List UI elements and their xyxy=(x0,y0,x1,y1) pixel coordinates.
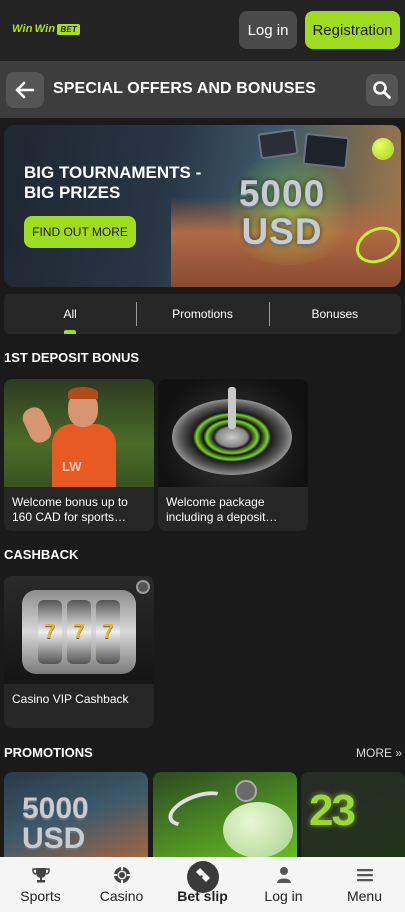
tennis-ball-graphic xyxy=(372,138,394,160)
card-caption: Welcome package including a deposit… xyxy=(166,495,278,524)
tab-bonuses[interactable]: Bonuses xyxy=(268,294,401,334)
slot-reel: 7 xyxy=(67,600,91,664)
nav-item-bet-slip[interactable]: Bet slip xyxy=(162,857,243,912)
promo-digits: 23 xyxy=(309,786,356,835)
deposit-card-casino[interactable]: Welcome package including a deposit… xyxy=(158,379,308,531)
roulette-wheel-image xyxy=(158,379,308,487)
section-title-promotions: PROMOTIONS xyxy=(4,745,93,760)
curved-arrow-graphic xyxy=(163,784,233,834)
prize-amount-value: 5000 xyxy=(238,173,326,214)
logo-part-2: Win xyxy=(34,23,56,35)
promo-currency: USD xyxy=(22,822,86,855)
bottom-navigation: Sports Casino Bet slip Log in Menu xyxy=(0,857,405,912)
coin-badge-icon xyxy=(136,580,150,594)
registration-button[interactable]: Registration xyxy=(305,11,400,49)
tab-all[interactable]: All xyxy=(4,294,136,334)
casino-chip-icon xyxy=(113,867,130,883)
more-label: MORE xyxy=(356,746,392,760)
slot-reel: 7 xyxy=(38,600,62,664)
tab-promotions[interactable]: Promotions xyxy=(136,294,268,334)
tablet-graphic xyxy=(302,132,350,170)
arrow-left-icon xyxy=(15,81,35,99)
prize-amount: 5000 USD xyxy=(212,175,352,251)
user-icon xyxy=(276,867,291,883)
slot-reel: 7 xyxy=(96,600,120,664)
smartphone-graphic xyxy=(257,128,299,160)
nav-label: Menu xyxy=(346,888,383,904)
hamburger-icon xyxy=(356,869,373,882)
football-player-image: LW xyxy=(4,379,154,487)
hero-title: BIG TOURNAMENTS - BIG PRIZES xyxy=(24,163,202,202)
cashback-card-vip[interactable]: 7 7 7 Casino VIP Cashback xyxy=(4,576,154,728)
winwin-logo[interactable]: Win Win BET xyxy=(12,23,80,35)
login-button[interactable]: Log in xyxy=(239,11,297,49)
roulette-spindle-graphic xyxy=(228,387,236,429)
slot-machine-image: 7 7 7 xyxy=(4,576,154,684)
nav-item-menu[interactable]: Menu xyxy=(324,857,405,912)
page-title: SPECIAL OFFERS AND BONUSES xyxy=(53,80,317,97)
nav-label: Sports xyxy=(20,888,61,904)
nav-item-sports[interactable]: Sports xyxy=(0,857,81,912)
player-arm-graphic xyxy=(19,404,55,446)
find-out-more-button[interactable]: FIND OUT MORE xyxy=(24,216,136,248)
page-header: SPECIAL OFFERS AND BONUSES xyxy=(0,61,405,118)
section-title-cashback: CASHBACK xyxy=(4,547,79,562)
dollar-coin-graphic xyxy=(235,780,257,802)
nav-label: Log in xyxy=(264,888,303,904)
chevron-double-right-icon: » xyxy=(395,746,403,760)
jersey-logo: LW xyxy=(62,459,82,474)
promotion-card[interactable]: 23 xyxy=(301,772,405,862)
card-caption: Casino VIP Cashback xyxy=(12,692,129,706)
hero-banner[interactable]: BIG TOURNAMENTS - BIG PRIZES FIND OUT MO… xyxy=(4,125,401,287)
promo-amount-value: 5000 xyxy=(22,792,89,825)
ticket-icon xyxy=(195,868,210,882)
back-button[interactable] xyxy=(6,72,44,108)
logo-badge: BET xyxy=(57,23,80,35)
logo-part-1: Win xyxy=(12,23,33,35)
nav-item-casino[interactable]: Casino xyxy=(81,857,162,912)
slot-machine-graphic: 7 7 7 xyxy=(22,590,136,674)
promotion-card[interactable]: 5000 USD xyxy=(4,772,148,862)
player-hair-graphic xyxy=(68,387,98,399)
promotion-card[interactable] xyxy=(153,772,297,862)
search-button[interactable] xyxy=(366,74,398,106)
card-caption: Welcome bonus up to 160 CAD for sports… xyxy=(12,495,128,524)
promo-amount: 5000 USD xyxy=(22,794,89,854)
offer-tabs: All Promotions Bonuses xyxy=(4,294,401,334)
nav-label: Casino xyxy=(99,888,144,904)
trophy-icon xyxy=(31,868,50,883)
more-link[interactable]: MORE » xyxy=(356,746,402,760)
top-bar: Win Win BET Log in Registration xyxy=(0,0,405,61)
nav-item-login[interactable]: Log in xyxy=(243,857,324,912)
deposit-card-sports[interactable]: LW Welcome bonus up to 160 CAD for sport… xyxy=(4,379,154,531)
section-title-deposit: 1ST DEPOSIT BONUS xyxy=(4,350,140,365)
search-icon xyxy=(373,81,391,99)
player-body-graphic xyxy=(52,424,116,487)
bet-slip-badge xyxy=(186,861,219,893)
prize-currency: USD xyxy=(241,211,323,252)
piggy-bank-graphic xyxy=(223,802,293,858)
